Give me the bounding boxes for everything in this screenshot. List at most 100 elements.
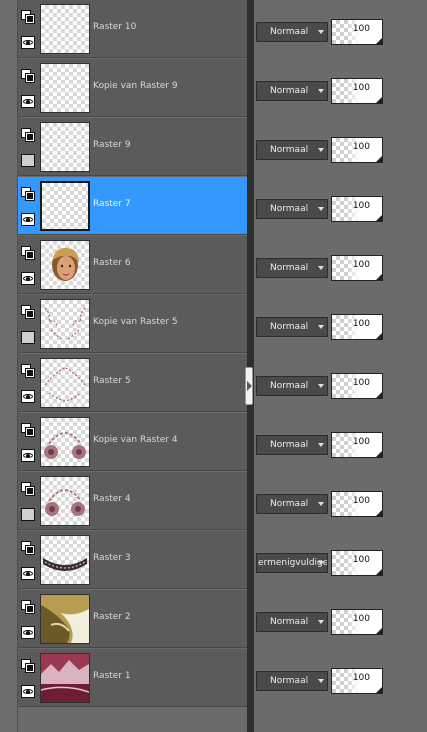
blend-mode-value: Normaal xyxy=(270,499,309,509)
opacity-field[interactable]: 100 xyxy=(331,314,383,340)
opacity-slider-icon xyxy=(376,687,382,693)
layer-row-raster-6[interactable]: Raster 6 xyxy=(18,236,247,294)
layer-lock-icon[interactable] xyxy=(21,482,35,496)
collapse-handle[interactable] xyxy=(245,367,253,405)
opacity-field[interactable]: 100 xyxy=(331,137,383,163)
visibility-hidden-icon[interactable] xyxy=(21,154,35,167)
opacity-field[interactable]: 100 xyxy=(331,78,383,104)
chevron-down-icon xyxy=(318,266,324,270)
layer-row-raster-2[interactable]: Raster 2 xyxy=(18,590,247,648)
layer-name[interactable]: Kopie van Raster 4 xyxy=(93,435,178,445)
opacity-value: 100 xyxy=(352,496,370,506)
blend-mode-select[interactable]: Normaal xyxy=(256,376,328,396)
layer-lock-icon[interactable] xyxy=(21,246,35,260)
layer-lock-icon[interactable] xyxy=(21,364,35,378)
layer-lock-icon[interactable] xyxy=(21,128,35,142)
opacity-field[interactable]: 100 xyxy=(331,196,383,222)
layer-thumbnail[interactable] xyxy=(40,653,90,703)
layers-list: Raster 10 Kopie van Raster 9 Raster 9 Ra… xyxy=(18,0,247,710)
layer-thumbnail[interactable] xyxy=(40,476,90,526)
visibility-eye-icon[interactable] xyxy=(21,213,35,226)
opacity-field[interactable]: 100 xyxy=(331,668,383,694)
opacity-field[interactable]: 100 xyxy=(331,550,383,576)
blend-mode-select[interactable]: Normaal xyxy=(256,612,328,632)
layer-name[interactable]: Raster 4 xyxy=(93,494,131,504)
layer-lock-icon[interactable] xyxy=(21,600,35,614)
layer-thumbnail[interactable] xyxy=(40,4,90,54)
layer-thumbnail[interactable] xyxy=(40,63,90,113)
blend-mode-value: Normaal xyxy=(270,204,309,214)
blend-mode-select[interactable]: ermenigvuldige xyxy=(256,553,328,573)
layer-thumbnail[interactable] xyxy=(40,417,90,467)
layer-thumbnail[interactable] xyxy=(40,535,90,585)
chevron-down-icon xyxy=(318,384,324,388)
layer-row-raster-3[interactable]: Raster 3 xyxy=(18,531,247,589)
opacity-field[interactable]: 100 xyxy=(331,373,383,399)
blend-mode-select[interactable]: Normaal xyxy=(256,140,328,160)
layer-name[interactable]: Raster 7 xyxy=(93,199,131,209)
layer-lock-icon[interactable] xyxy=(21,69,35,83)
layer-thumbnail[interactable] xyxy=(40,240,90,290)
opacity-slider-icon xyxy=(376,628,382,634)
layer-name[interactable]: Raster 5 xyxy=(93,376,131,386)
opacity-value: 100 xyxy=(352,260,370,270)
layer-thumbnail[interactable] xyxy=(40,122,90,172)
visibility-hidden-icon[interactable] xyxy=(21,331,35,344)
layer-name[interactable]: Raster 1 xyxy=(93,671,131,681)
opacity-field[interactable]: 100 xyxy=(331,491,383,517)
layer-row-kopie-van-raster-9[interactable]: Kopie van Raster 9 xyxy=(18,59,247,117)
layer-row-raster-5[interactable]: Raster 5 xyxy=(18,354,247,412)
visibility-eye-icon[interactable] xyxy=(21,390,35,403)
opacity-field[interactable]: 100 xyxy=(331,19,383,45)
layer-row-kopie-van-raster-4[interactable]: Kopie van Raster 4 xyxy=(18,413,247,471)
blend-mode-select[interactable]: Normaal xyxy=(256,258,328,278)
blend-mode-select[interactable]: Normaal xyxy=(256,317,328,337)
layer-row-raster-10[interactable]: Raster 10 xyxy=(18,0,247,58)
panel-divider[interactable] xyxy=(247,0,254,732)
opacity-field[interactable]: 100 xyxy=(331,432,383,458)
layer-name[interactable]: Raster 2 xyxy=(93,612,131,622)
opacity-field[interactable]: 100 xyxy=(331,255,383,281)
visibility-hidden-icon[interactable] xyxy=(21,508,35,521)
layer-lock-icon[interactable] xyxy=(21,659,35,673)
visibility-eye-icon[interactable] xyxy=(21,626,35,639)
layer-name[interactable]: Raster 9 xyxy=(93,140,131,150)
layer-row-raster-9[interactable]: Raster 9 xyxy=(18,118,247,176)
visibility-eye-icon[interactable] xyxy=(21,95,35,108)
layer-name[interactable]: Raster 3 xyxy=(93,553,131,563)
layer-name[interactable]: Raster 10 xyxy=(93,22,136,32)
opacity-slider-icon xyxy=(376,392,382,398)
visibility-eye-icon[interactable] xyxy=(21,36,35,49)
blend-mode-select[interactable]: Normaal xyxy=(256,671,328,691)
blend-mode-select[interactable]: Normaal xyxy=(256,199,328,219)
opacity-field[interactable]: 100 xyxy=(331,609,383,635)
blend-mode-select[interactable]: Normaal xyxy=(256,81,328,101)
layer-name[interactable]: Kopie van Raster 9 xyxy=(93,81,178,91)
layer-lock-icon[interactable] xyxy=(21,10,35,24)
layer-row-raster-7[interactable]: Raster 7 xyxy=(18,177,247,235)
layer-row-raster-4[interactable]: Raster 4 xyxy=(18,472,247,530)
blend-mode-select[interactable]: Normaal xyxy=(256,22,328,42)
blend-mode-value: Normaal xyxy=(270,617,309,627)
visibility-eye-icon[interactable] xyxy=(21,685,35,698)
visibility-eye-icon[interactable] xyxy=(21,272,35,285)
opacity-value: 100 xyxy=(352,378,370,388)
layer-row-kopie-van-raster-5[interactable]: Kopie van Raster 5 xyxy=(18,295,247,353)
layer-name[interactable]: Kopie van Raster 5 xyxy=(93,317,178,327)
layer-lock-icon[interactable] xyxy=(21,423,35,437)
opacity-slider-icon xyxy=(376,274,382,280)
layer-thumbnail[interactable] xyxy=(40,181,90,231)
blend-mode-select[interactable]: Normaal xyxy=(256,494,328,514)
visibility-eye-icon[interactable] xyxy=(21,449,35,462)
layer-lock-icon[interactable] xyxy=(21,305,35,319)
layer-lock-icon[interactable] xyxy=(21,187,35,201)
visibility-eye-icon[interactable] xyxy=(21,567,35,580)
layer-thumbnail[interactable] xyxy=(40,299,90,349)
chevron-down-icon xyxy=(318,89,324,93)
layer-row-raster-1[interactable]: Raster 1 xyxy=(18,649,247,707)
layer-lock-icon[interactable] xyxy=(21,541,35,555)
layer-thumbnail[interactable] xyxy=(40,594,90,644)
blend-mode-select[interactable]: Normaal xyxy=(256,435,328,455)
layer-thumbnail[interactable] xyxy=(40,358,90,408)
layer-name[interactable]: Raster 6 xyxy=(93,258,131,268)
